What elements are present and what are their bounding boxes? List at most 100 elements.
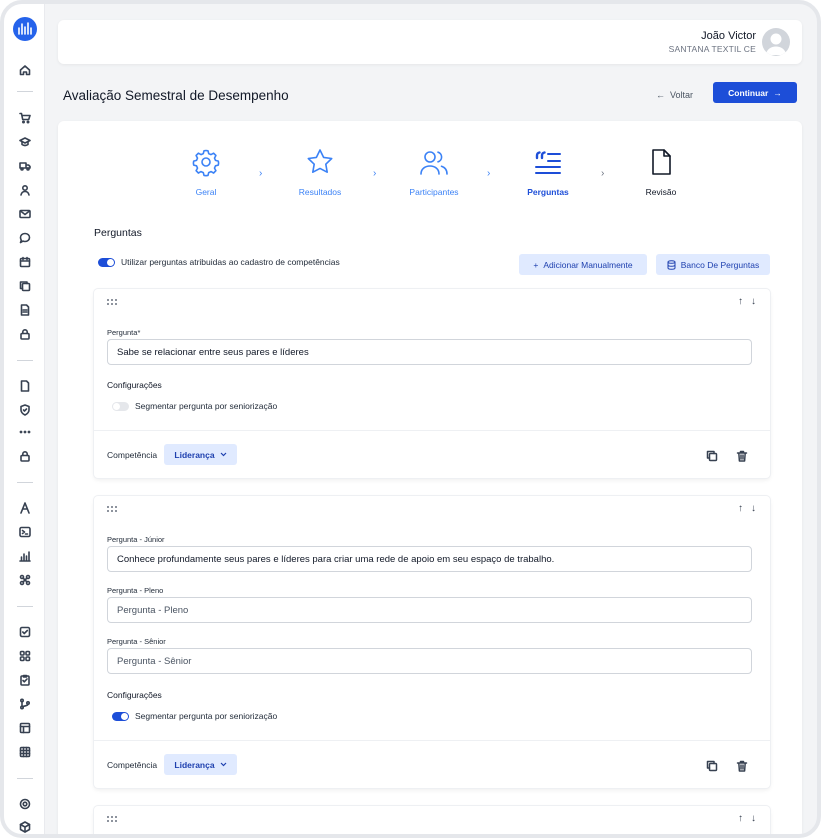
home-icon[interactable] [17, 62, 32, 77]
spreadsheet-icon[interactable] [17, 744, 32, 759]
chevron-right-icon: › [601, 168, 605, 179]
gear-icon [192, 149, 220, 177]
database-icon [667, 259, 676, 270]
step-revisao[interactable]: Revisão [621, 147, 701, 197]
question-bank-button-label: Banco De Perguntas [680, 259, 760, 270]
cart-icon[interactable] [17, 110, 32, 125]
grid-icon[interactable] [17, 648, 32, 663]
calendar-icon[interactable] [17, 254, 32, 269]
question-junior-input[interactable]: Conhece profundamente seus pares e líder… [107, 546, 752, 572]
chat-icon[interactable] [17, 230, 32, 245]
step-geral[interactable]: Geral [166, 147, 246, 197]
sidebar-divider [17, 606, 33, 607]
git-branch-icon[interactable] [17, 696, 32, 711]
chevron-right-icon: › [487, 168, 491, 179]
arrow-right-icon: → [773, 87, 782, 98]
step-label: Participantes [409, 187, 459, 197]
copy-icon[interactable] [17, 278, 32, 293]
app-logo[interactable] [13, 17, 37, 41]
logo-icon [18, 22, 32, 35]
trash-icon[interactable] [736, 759, 748, 772]
chevron-right-icon: › [373, 168, 377, 179]
arrow-left-icon: ← [656, 90, 665, 100]
lock-icon[interactable] [17, 326, 32, 341]
table-icon[interactable] [17, 720, 32, 735]
shield-icon[interactable] [17, 402, 32, 417]
move-down-icon[interactable]: ↓ [751, 503, 756, 514]
question-bank-button[interactable]: Banco De Perguntas [656, 254, 770, 275]
continue-button[interactable]: Continuar → [713, 82, 797, 103]
bar-chart-icon[interactable] [17, 548, 32, 563]
integration-icon[interactable] [17, 572, 32, 587]
question-senior-input[interactable]: Pergunta - Sênior [107, 648, 752, 674]
configs-label: Configurações [107, 380, 162, 390]
chevron-right-icon: › [259, 168, 263, 179]
segment-toggle[interactable] [112, 711, 129, 721]
user-icon[interactable] [17, 182, 32, 197]
trash-icon[interactable] [736, 449, 748, 462]
font-icon[interactable] [17, 500, 32, 515]
back-button-label: Voltar [670, 90, 694, 100]
section-title: Perguntas [94, 227, 142, 239]
drag-handle-icon[interactable] [107, 816, 121, 824]
more-icon[interactable] [17, 424, 32, 439]
move-up-icon[interactable]: ↑ [738, 813, 743, 824]
drag-handle-icon[interactable] [107, 506, 121, 514]
user-name: João Victor [701, 30, 756, 42]
box-icon[interactable] [17, 819, 32, 834]
quote-list-icon [535, 151, 561, 174]
back-button[interactable]: ← Voltar [656, 90, 693, 100]
top-bar: João Victor SANTANA TEXTIL CE [58, 20, 802, 64]
reorder-controls: ↑ ↓ [738, 813, 756, 824]
segment-row: Segmentar pergunta por seniorização [112, 401, 277, 411]
settings-icon[interactable] [17, 796, 32, 811]
chevron-down-icon [220, 452, 227, 457]
mail-icon[interactable] [17, 206, 32, 221]
drag-handle-icon[interactable] [107, 299, 121, 307]
question-junior-label: Pergunta - Júnior [107, 535, 165, 544]
step-resultados[interactable]: Resultados [280, 147, 360, 197]
move-up-icon[interactable]: ↑ [738, 296, 743, 307]
clipboard-icon[interactable] [17, 672, 32, 687]
competency-label: Competência [107, 450, 158, 460]
sidebar-divider [17, 778, 33, 779]
step-label: Perguntas [527, 187, 569, 197]
step-perguntas[interactable]: Perguntas [508, 147, 588, 197]
segment-toggle[interactable] [112, 401, 129, 411]
app-frame: João Victor SANTANA TEXTIL CE Avaliação … [0, 0, 821, 838]
lock-icon[interactable] [17, 448, 32, 463]
move-down-icon[interactable]: ↓ [751, 296, 756, 307]
continue-button-label: Continuar [728, 87, 769, 98]
question-pleno-label: Pergunta - Pleno [107, 586, 164, 595]
duplicate-icon[interactable] [706, 449, 718, 462]
competency-value: Liderança [174, 449, 215, 460]
users-icon [420, 151, 448, 175]
question-input[interactable]: Sabe se relacionar entre seus pares e lí… [107, 339, 752, 365]
step-participantes[interactable]: Participantes [394, 147, 474, 197]
file-icon[interactable] [17, 378, 32, 393]
competency-select[interactable]: Liderança [164, 754, 237, 775]
user-avatar-icon [765, 33, 787, 55]
question-card: ↑ ↓ Pergunta* Sabe se relacionar entre s… [94, 289, 770, 478]
checkbox-icon[interactable] [17, 624, 32, 639]
step-label: Resultados [298, 187, 342, 197]
add-manual-button[interactable]: + Adicionar Manualmente [519, 254, 647, 275]
question-card-footer: Competência Liderança [94, 740, 770, 788]
use-competency-questions-label: Utilizar perguntas atribuidas ao cadastr… [121, 257, 340, 267]
truck-icon[interactable] [17, 158, 32, 173]
terminal-icon[interactable] [17, 524, 32, 539]
segment-label: Segmentar pergunta por seniorização [135, 711, 278, 721]
main-card: Geral › Resultados › Participantes › Per… [58, 121, 802, 834]
question-card: ↑ ↓ [94, 806, 770, 834]
move-down-icon[interactable]: ↓ [751, 813, 756, 824]
duplicate-icon[interactable] [706, 759, 718, 772]
use-competency-questions-toggle[interactable] [98, 257, 115, 267]
avatar[interactable] [762, 28, 790, 56]
competency-select[interactable]: Liderança [164, 444, 237, 465]
question-pleno-input[interactable]: Pergunta - Pleno [107, 597, 752, 623]
add-manual-button-label: Adicionar Manualmente [543, 259, 633, 270]
use-competency-questions-row: Utilizar perguntas atribuidas ao cadastr… [98, 257, 340, 267]
graduation-cap-icon[interactable] [17, 134, 32, 149]
move-up-icon[interactable]: ↑ [738, 503, 743, 514]
file-text-icon[interactable] [17, 302, 32, 317]
